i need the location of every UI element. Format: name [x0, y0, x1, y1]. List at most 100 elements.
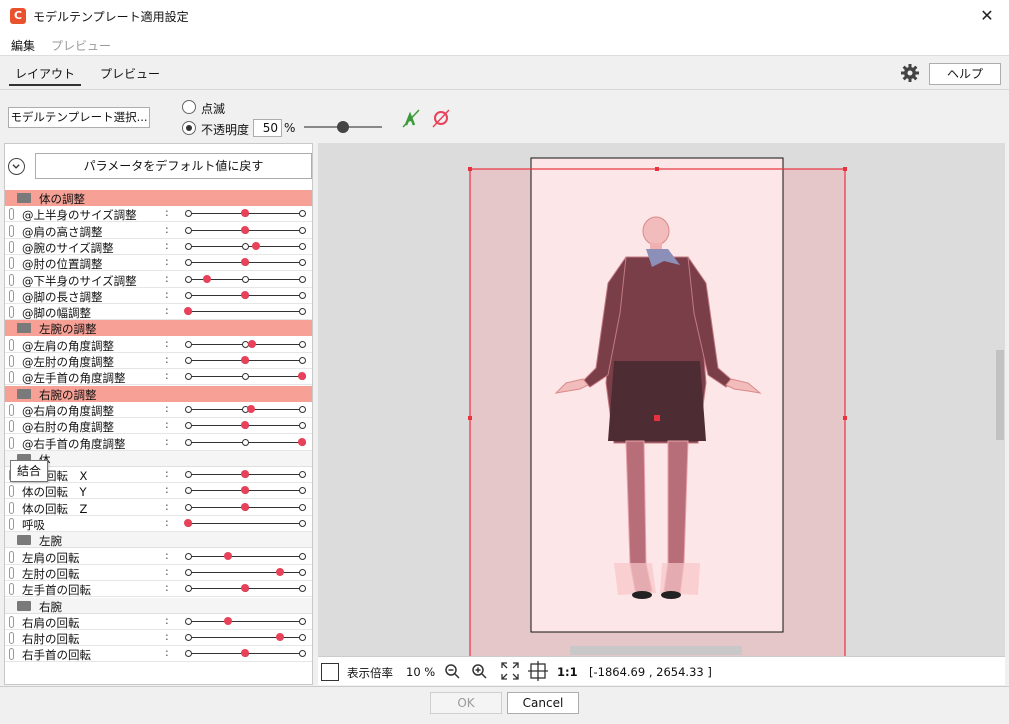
- link-clip-icon[interactable]: [9, 355, 14, 367]
- param-slider-track[interactable]: [188, 637, 302, 639]
- param-row[interactable]: : 右手首の回転: [5, 646, 312, 663]
- param-slider-handle[interactable]: [298, 437, 306, 446]
- param-row[interactable]: : @下半身のサイズ調整: [5, 272, 312, 288]
- chevron-down-circle-icon[interactable]: [8, 158, 25, 175]
- horizontal-scrollbar-thumb[interactable]: [570, 646, 742, 655]
- link-clip-icon[interactable]: [9, 648, 14, 661]
- param-group-header[interactable]: 体の調整: [5, 190, 312, 206]
- link-clip-icon[interactable]: [9, 615, 14, 628]
- param-row[interactable]: : @上半身のサイズ調整: [5, 206, 312, 223]
- param-slider-handle[interactable]: [246, 404, 255, 413]
- close-icon[interactable]: ✕: [972, 2, 1002, 30]
- ok-button[interactable]: OK: [430, 692, 502, 714]
- param-slider-handle[interactable]: [276, 567, 285, 576]
- param-row[interactable]: : 左肩の回転: [5, 549, 312, 565]
- link-clip-icon[interactable]: [9, 518, 14, 530]
- param-row[interactable]: : @左肩の角度調整: [5, 337, 312, 353]
- link-clip-icon[interactable]: [9, 306, 14, 319]
- param-slider-handle[interactable]: [223, 551, 232, 560]
- link-clip-icon[interactable]: [9, 583, 14, 596]
- param-row[interactable]: : @右肘の角度調整: [5, 418, 312, 435]
- background-color-swatch[interactable]: [321, 663, 339, 681]
- param-slider-track[interactable]: [188, 555, 302, 557]
- opacity-slider-handle[interactable]: [337, 121, 349, 133]
- link-clip-icon[interactable]: [9, 632, 14, 645]
- param-group-header[interactable]: 左腕の調整: [5, 320, 312, 337]
- menu-edit[interactable]: 編集: [11, 37, 35, 54]
- param-slider-handle[interactable]: [241, 356, 249, 364]
- link-clip-icon[interactable]: [9, 273, 14, 286]
- param-row[interactable]: : @脚の幅調整: [5, 304, 312, 321]
- tab-preview[interactable]: プレビュー: [100, 65, 160, 82]
- link-clip-icon[interactable]: [9, 371, 14, 384]
- param-slider-handle[interactable]: [241, 225, 249, 234]
- reset-parameters-button[interactable]: パラメータをデフォルト値に戻す: [35, 153, 312, 179]
- menu-preview[interactable]: プレビュー: [51, 37, 111, 54]
- param-row[interactable]: : 体の回転 Y: [5, 483, 312, 500]
- link-clip-icon[interactable]: [9, 485, 14, 498]
- param-row[interactable]: : 右肩の回転: [5, 614, 312, 630]
- preview-canvas[interactable]: [318, 143, 1005, 656]
- param-slider-handle[interactable]: [223, 616, 232, 625]
- link-clip-icon[interactable]: [9, 436, 14, 449]
- param-row[interactable]: : @左肘の角度調整: [5, 353, 312, 369]
- link-clip-icon[interactable]: [9, 289, 14, 302]
- link-clip-icon[interactable]: [9, 501, 14, 514]
- param-group-header[interactable]: 右腕: [5, 597, 312, 614]
- param-row[interactable]: : @腕のサイズ調整: [5, 239, 312, 255]
- zoom-in-icon[interactable]: [471, 663, 487, 679]
- opacity-input[interactable]: 50: [253, 119, 282, 137]
- param-row[interactable]: : @右手首の角度調整: [5, 435, 312, 451]
- param-row[interactable]: : 左肘の回転: [5, 565, 312, 581]
- figure-unlink-icon[interactable]: [430, 107, 452, 129]
- link-clip-icon[interactable]: [9, 566, 14, 579]
- fit-screen-icon[interactable]: [500, 661, 520, 681]
- link-clip-icon[interactable]: [9, 338, 14, 351]
- param-slider-handle[interactable]: [203, 274, 212, 283]
- link-clip-icon[interactable]: [9, 208, 14, 221]
- actual-size-button[interactable]: 1:1: [557, 665, 578, 679]
- blink-radio[interactable]: [182, 100, 196, 114]
- param-group-header[interactable]: 体: [5, 450, 312, 467]
- cancel-button[interactable]: Cancel: [507, 692, 579, 714]
- link-clip-icon[interactable]: [9, 403, 14, 416]
- param-slider-handle[interactable]: [241, 290, 249, 299]
- param-row[interactable]: : @脚の長さ調整: [5, 288, 312, 304]
- param-slider-handle[interactable]: [184, 519, 192, 527]
- param-group-header[interactable]: 左腕: [5, 532, 312, 549]
- help-button[interactable]: ヘルプ: [929, 63, 1001, 85]
- param-slider-handle[interactable]: [252, 241, 261, 250]
- opacity-radio[interactable]: [182, 121, 196, 135]
- param-row[interactable]: : 左手首の回転: [5, 581, 312, 598]
- crosshair-icon[interactable]: [528, 661, 548, 681]
- param-row[interactable]: : 呼吸: [5, 516, 312, 532]
- param-slider-handle[interactable]: [276, 633, 285, 642]
- param-slider-handle[interactable]: [241, 502, 249, 511]
- param-slider-handle[interactable]: [241, 486, 249, 495]
- param-slider-track[interactable]: [188, 571, 302, 573]
- param-slider-track[interactable]: [188, 523, 302, 524]
- param-group-header[interactable]: 右腕の調整: [5, 385, 312, 402]
- param-row[interactable]: : 体の回転 Z: [5, 500, 312, 516]
- param-row[interactable]: : 体の回転 X: [5, 467, 312, 484]
- param-row[interactable]: : @肘の位置調整: [5, 255, 312, 272]
- param-slider-handle[interactable]: [241, 649, 249, 658]
- zoom-out-icon[interactable]: [444, 663, 460, 679]
- param-row[interactable]: : @右肩の角度調整: [5, 402, 312, 418]
- link-clip-icon[interactable]: [9, 550, 14, 563]
- model-template-select-button[interactable]: モデルテンプレート選択...: [8, 107, 150, 128]
- vertical-scrollbar-thumb[interactable]: [996, 350, 1004, 440]
- param-slider-track[interactable]: [188, 311, 302, 313]
- link-clip-icon[interactable]: [9, 240, 14, 253]
- param-row[interactable]: : @左手首の角度調整: [5, 369, 312, 386]
- param-slider-handle[interactable]: [247, 339, 256, 348]
- figure-link-icon[interactable]: [400, 107, 422, 129]
- param-slider-track[interactable]: [188, 620, 302, 622]
- link-clip-icon[interactable]: [9, 420, 14, 433]
- tab-layout[interactable]: レイアウト: [9, 65, 81, 86]
- param-row[interactable]: : @肩の高さ調整: [5, 223, 312, 239]
- link-clip-icon[interactable]: [9, 224, 14, 237]
- gear-icon[interactable]: [900, 63, 920, 83]
- param-row[interactable]: : 右肘の回転: [5, 630, 312, 647]
- link-clip-icon[interactable]: [9, 257, 14, 270]
